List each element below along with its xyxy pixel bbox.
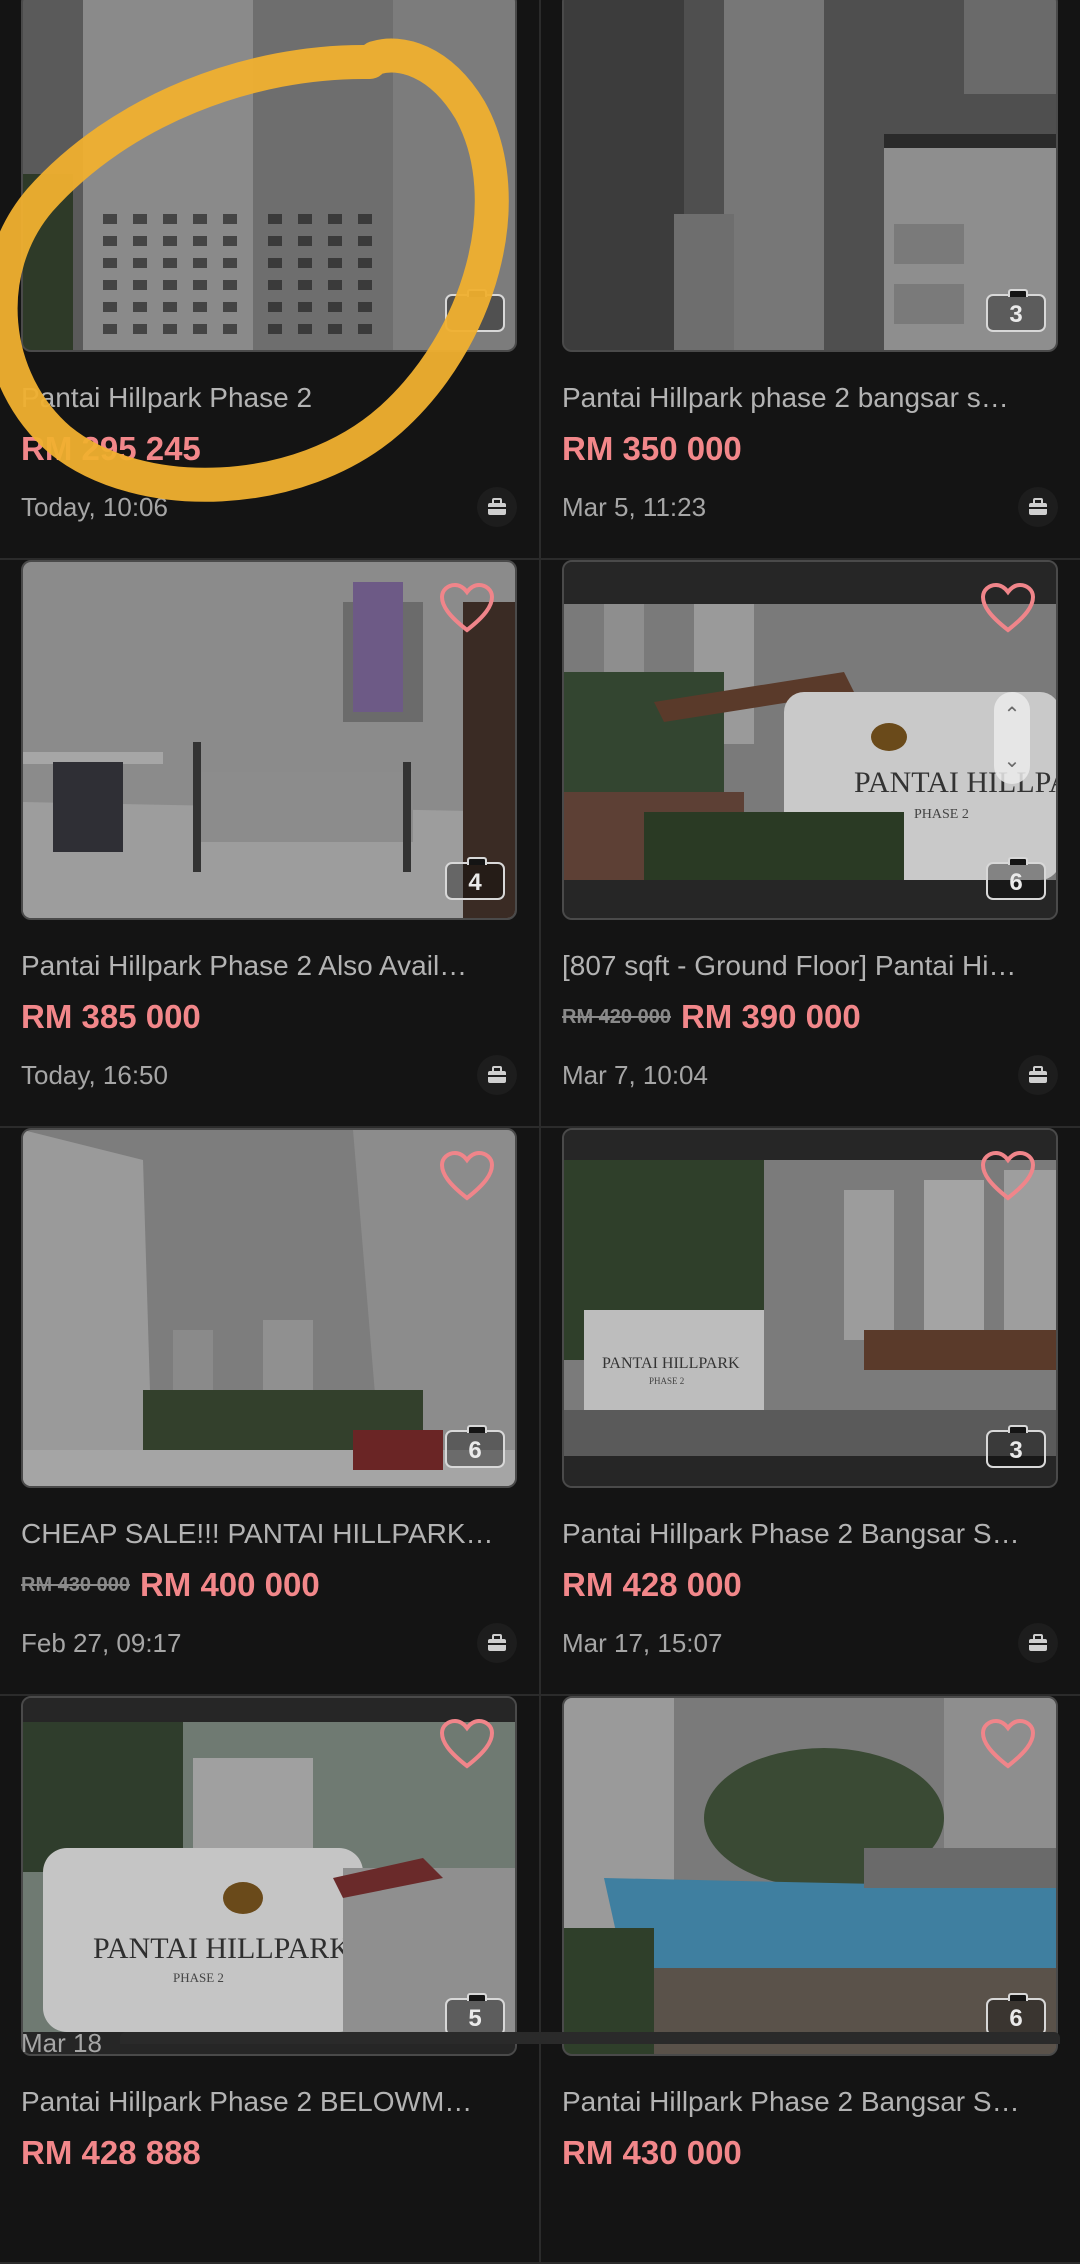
photo-count-badge: [445, 289, 505, 332]
listing-photo[interactable]: [21, 0, 517, 352]
listing-date: Mar 17, 15:07: [562, 1628, 723, 1658]
photo-count-badge: 3: [986, 289, 1046, 332]
listing-title[interactable]: Pantai Hillpark Phase 2: [21, 382, 517, 414]
briefcase-icon: [477, 487, 517, 527]
chevron-down-icon[interactable]: ⌄: [994, 738, 1030, 784]
listing-photo[interactable]: PANTAI HILLPARK PHASE 2 3: [562, 1128, 1058, 1488]
chevron-up-icon[interactable]: ⌃: [994, 692, 1030, 738]
listing-photo[interactable]: 4: [21, 560, 517, 920]
listing-title[interactable]: [807 sqft - Ground Floor] Pantai Hi…: [562, 950, 1058, 982]
listing-price: RM 428 000: [562, 1566, 742, 1603]
listing-date: Feb 27, 09:17: [21, 1628, 182, 1658]
svg-text:PHASE 2: PHASE 2: [914, 807, 969, 822]
heart-icon[interactable]: [439, 582, 495, 634]
listing-date: Today, 16:50: [21, 1060, 168, 1090]
listing-price: RM 400 000: [139, 1566, 320, 1603]
svg-text:PHASE 2: PHASE 2: [649, 1376, 684, 1386]
listing-title[interactable]: Pantai Hillpark Phase 2 Bangsar S…: [562, 1518, 1058, 1550]
bottom-sheet-edge: [120, 2032, 1060, 2044]
listing-title[interactable]: CHEAP SALE!!! PANTAI HILLPARK…: [21, 1518, 517, 1550]
listing-photo[interactable]: 3: [562, 0, 1058, 352]
listing-title[interactable]: Pantai Hillpark Phase 2 BELOWM…: [21, 2086, 517, 2118]
listing-title[interactable]: Pantai Hillpark phase 2 bangsar s…: [562, 382, 1058, 414]
briefcase-icon: [1018, 1623, 1058, 1663]
old-price: RM 420 000: [562, 1005, 671, 1028]
listing-card[interactable]: PANTAI HILLPARK PHASE 2 6⌃⌄[807 sqft - G…: [541, 560, 1080, 1128]
price-row: RM 350 000: [562, 430, 742, 468]
listing-date: Mar 7, 10:04: [562, 1060, 708, 1090]
listing-card[interactable]: 6 CHEAP SALE!!! PANTAI HILLPARK… RM 430 00…: [0, 1128, 539, 1696]
briefcase-icon: [1018, 487, 1058, 527]
listing-photo[interactable]: PANTAI HILLPARK PHASE 2 5: [21, 1696, 517, 2056]
listing-photo[interactable]: 6: [562, 1696, 1058, 2056]
listing-card[interactable]: 3 Pantai Hillpark phase 2 bangsar s… RM 35…: [541, 0, 1080, 560]
briefcase-icon: [477, 1623, 517, 1663]
heart-icon[interactable]: [980, 582, 1036, 634]
photo-count-badge: 4: [445, 857, 505, 900]
price-row: RM 420 000 RM 390 000: [562, 998, 861, 1036]
listing-date: Mar 5, 11:23: [562, 492, 707, 522]
svg-text:PANTAI HILLPARK: PANTAI HILLPARK: [602, 1355, 740, 1372]
chevron-up-down-icon[interactable]: ⌃ ⌄: [994, 692, 1030, 784]
price-row: RM 430 000 RM 400 000: [21, 1566, 320, 1604]
listing-price: RM 385 000: [21, 998, 201, 1035]
listing-title[interactable]: Pantai Hillpark Phase 2 Also Avail…: [21, 950, 517, 982]
price-row: RM 295 245: [21, 430, 201, 468]
photo-count-badge: 6: [986, 857, 1046, 900]
listing-card[interactable]: Pantai Hillpark Phase 2 RM 295 245 Today, …: [0, 0, 539, 560]
listing-price: RM 295 245: [21, 430, 201, 467]
listing-title[interactable]: Pantai Hillpark Phase 2 Bangsar S…: [562, 2086, 1058, 2118]
price-row: RM 385 000: [21, 998, 201, 1036]
svg-text:PANTAI HILLPARK: PANTAI HILLPARK: [93, 1932, 351, 1965]
listing-card[interactable]: PANTAI HILLPARK PHASE 2 3 Pantai Hillpark…: [541, 1128, 1080, 1696]
photo-count-badge: 5: [445, 1993, 505, 2036]
listing-price: RM 430 000: [562, 2134, 742, 2171]
price-row: RM 428 000: [562, 1566, 742, 1604]
svg-text:PHASE 2: PHASE 2: [173, 1970, 224, 1985]
briefcase-icon: [1018, 1055, 1058, 1095]
price-row: RM 430 000: [562, 2134, 742, 2172]
photo-count-badge: 6: [986, 1993, 1046, 2036]
photo-count-badge: 6: [445, 1425, 505, 1468]
heart-icon[interactable]: [980, 1718, 1036, 1770]
listing-date: Today, 10:06: [21, 492, 168, 522]
listing-card[interactable]: PANTAI HILLPARK PHASE 2 5 Pantai Hillpark…: [0, 1696, 539, 2264]
listing-price: RM 350 000: [562, 430, 742, 467]
listing-grid: Pantai Hillpark Phase 2 RM 295 245 Today, …: [0, 0, 1080, 2264]
listing-photo[interactable]: 6: [21, 1128, 517, 1488]
listing-card[interactable]: 6 Pantai Hillpark Phase 2 Bangsar S… RM 43…: [541, 1696, 1080, 2264]
heart-icon[interactable]: [980, 1150, 1036, 1202]
listing-price: RM 428 888: [21, 2134, 201, 2171]
heart-icon[interactable]: [439, 1718, 495, 1770]
briefcase-icon: [477, 1055, 517, 1095]
photo-count-badge: 3: [986, 1425, 1046, 1468]
listing-photo[interactable]: PANTAI HILLPARK PHASE 2 6⌃⌄: [562, 560, 1058, 920]
listing-price: RM 390 000: [680, 998, 861, 1035]
old-price: RM 430 000: [21, 1573, 130, 1596]
listing-card[interactable]: 4 Pantai Hillpark Phase 2 Also Avail… RM 3…: [0, 560, 539, 1128]
heart-icon[interactable]: [439, 1150, 495, 1202]
price-row: RM 428 888: [21, 2134, 201, 2172]
